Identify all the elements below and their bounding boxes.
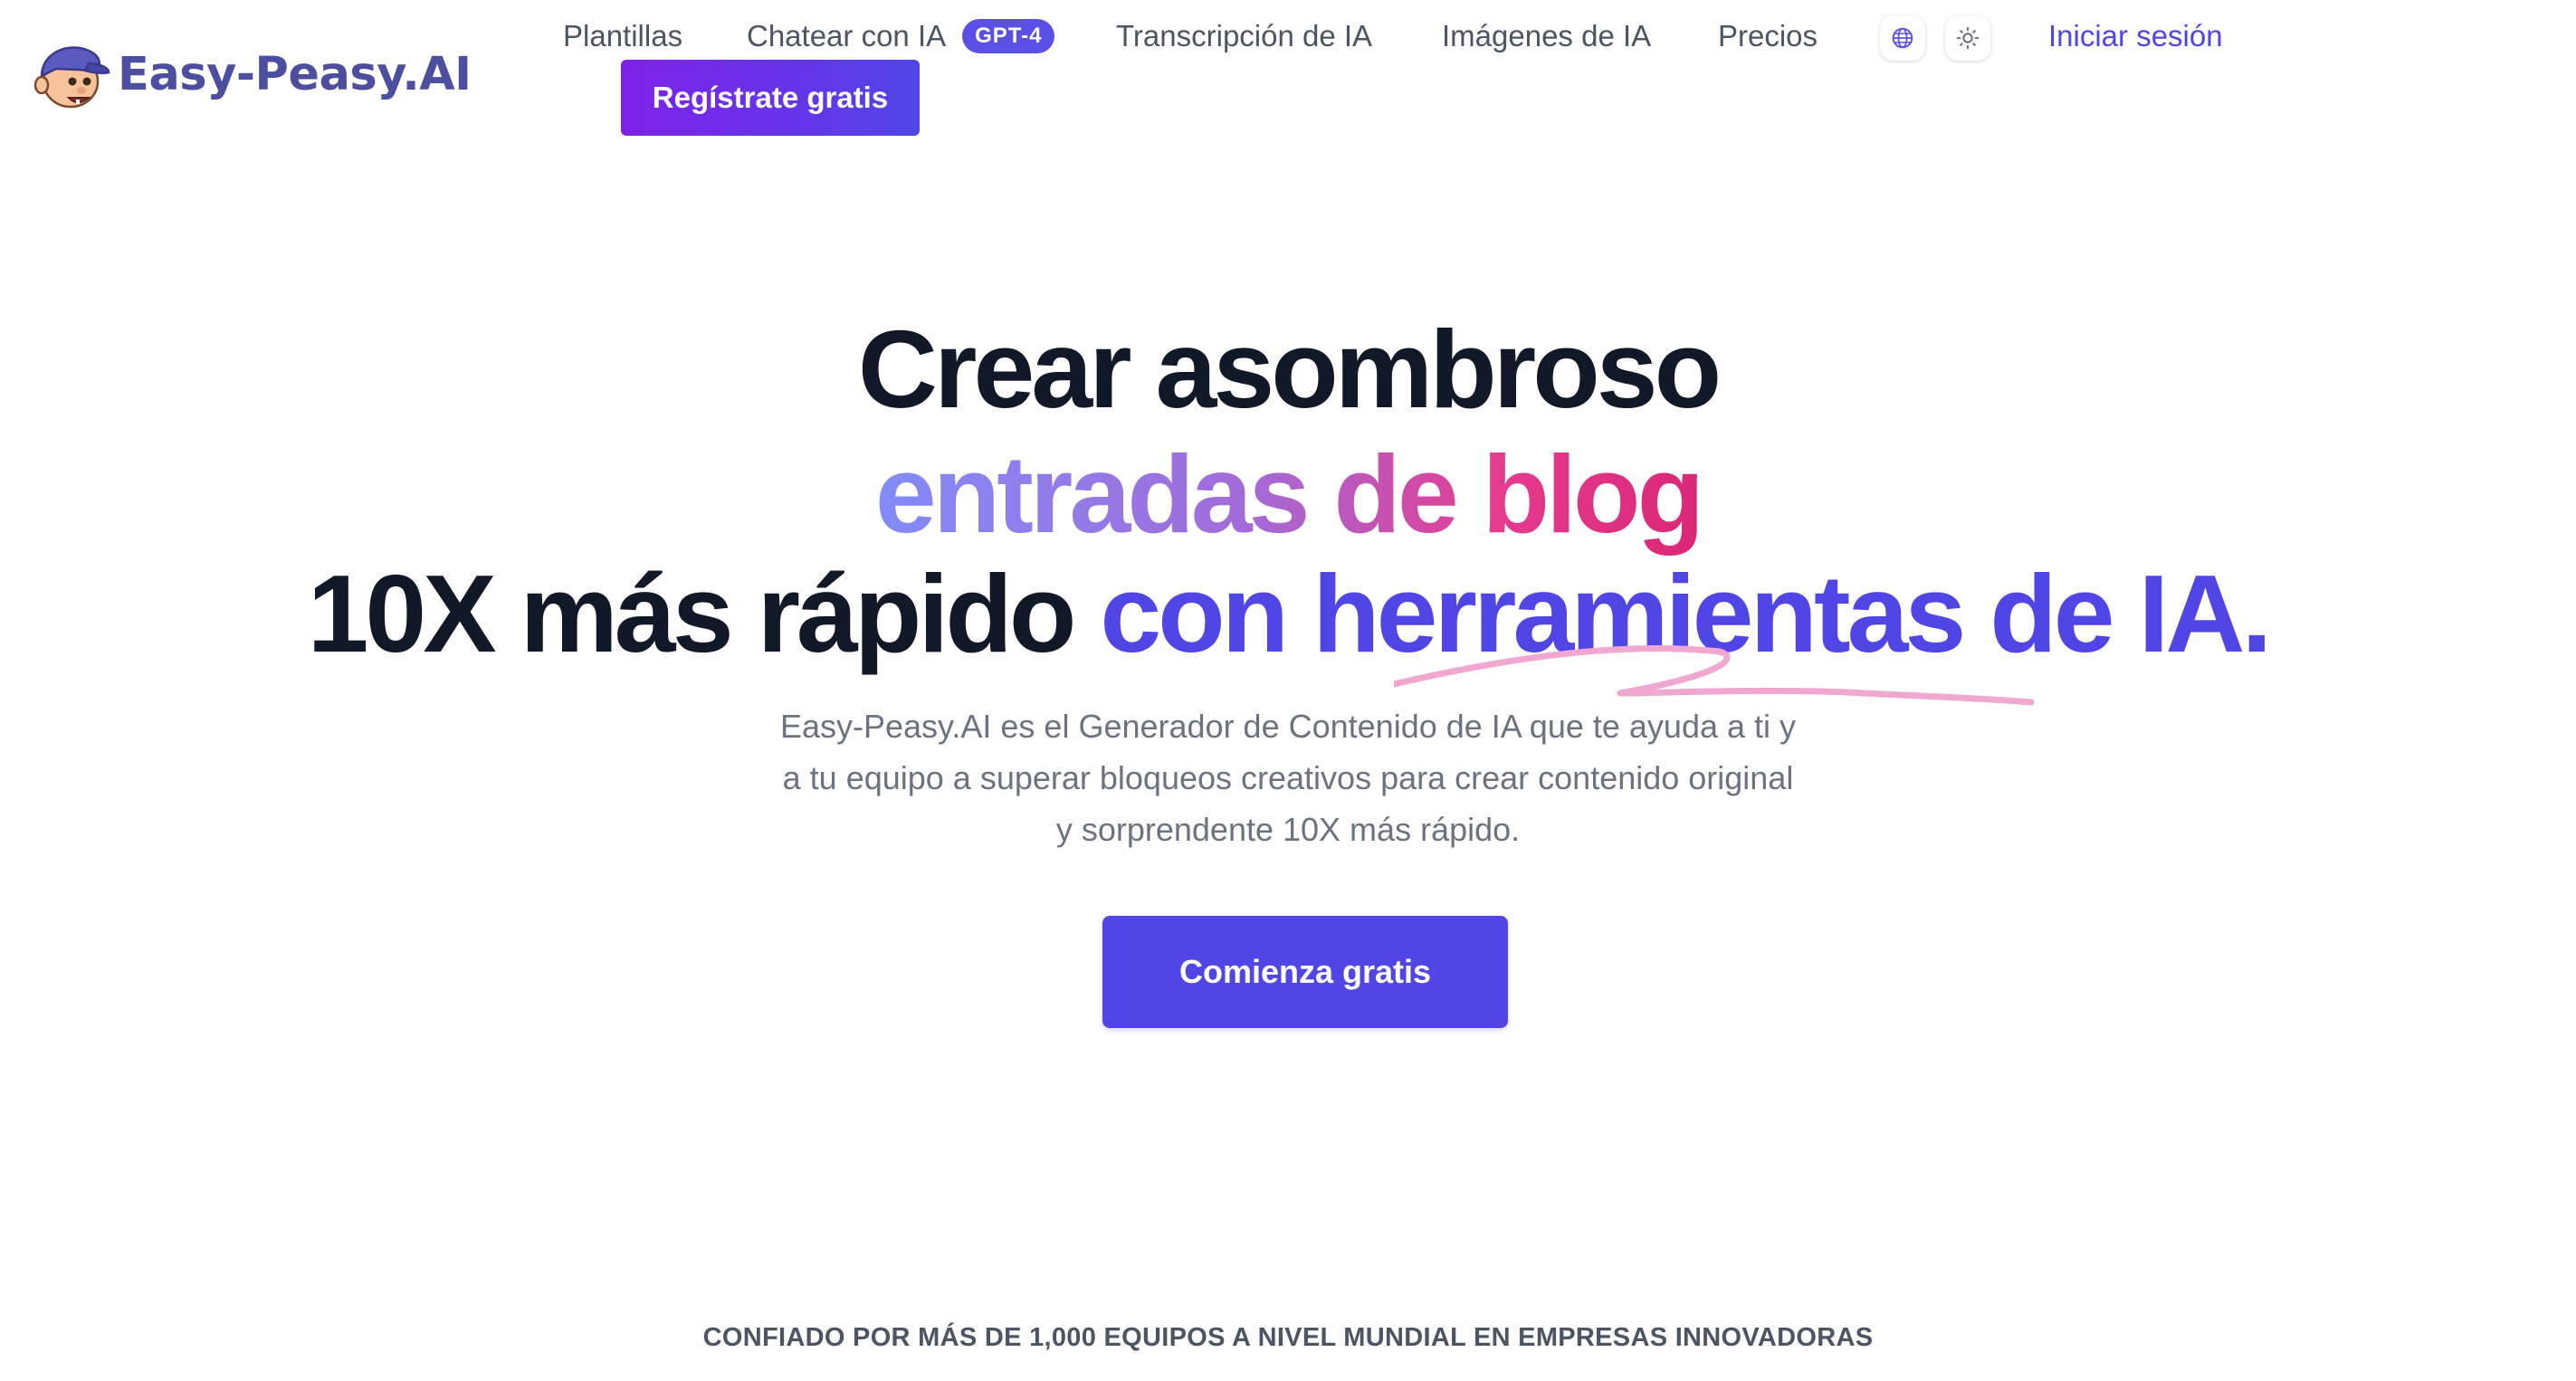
hero-gradient-text: entradas de blog bbox=[874, 433, 1704, 556]
trusted-by-text: CONFIADO POR MÁS DE 1,000 EQUIPOS A NIVE… bbox=[702, 1323, 1874, 1352]
hero-description: Easy-Peasy.AI es el Generador de Conteni… bbox=[779, 708, 1797, 848]
sun-icon bbox=[1956, 26, 1980, 50]
nav-link-precios[interactable]: Precios bbox=[1718, 14, 1818, 58]
hero-title-line-1: Crear asombroso bbox=[857, 308, 1722, 431]
nav-link-plantillas[interactable]: Plantillas bbox=[563, 14, 682, 58]
brand-name: Easy-Peasy.AI bbox=[118, 47, 472, 101]
gpt4-badge: GPT-4 bbox=[962, 19, 1055, 53]
hero-title-line-2: entradas de blog bbox=[0, 431, 2576, 557]
nav-link-imagenes[interactable]: Imágenes de IA bbox=[1442, 14, 1651, 58]
signup-button[interactable]: Regístrate gratis bbox=[621, 60, 920, 136]
theme-toggle-button[interactable] bbox=[1945, 15, 1990, 61]
hero-title-dark-part: 10X más rápido bbox=[307, 552, 1077, 675]
start-free-button[interactable]: Comienza gratis bbox=[1102, 916, 1508, 1028]
language-button[interactable] bbox=[1880, 15, 1925, 61]
boy-mascot-icon bbox=[33, 46, 110, 109]
nav-link-transcripcion[interactable]: Transcripción de IA bbox=[1116, 14, 1372, 58]
nav-link-chatear[interactable]: Chatear con IA GPT-4 bbox=[747, 14, 1055, 58]
nav-link-chatear-label: Chatear con IA bbox=[747, 19, 947, 52]
brand-logo[interactable]: Easy-Peasy.AI bbox=[29, 36, 472, 112]
hero-title-line-3: 10X más rápido con herramientas de IA. bbox=[0, 550, 2576, 677]
globe-icon bbox=[1892, 27, 1913, 49]
login-link[interactable]: Iniciar sesión bbox=[2048, 14, 2223, 58]
